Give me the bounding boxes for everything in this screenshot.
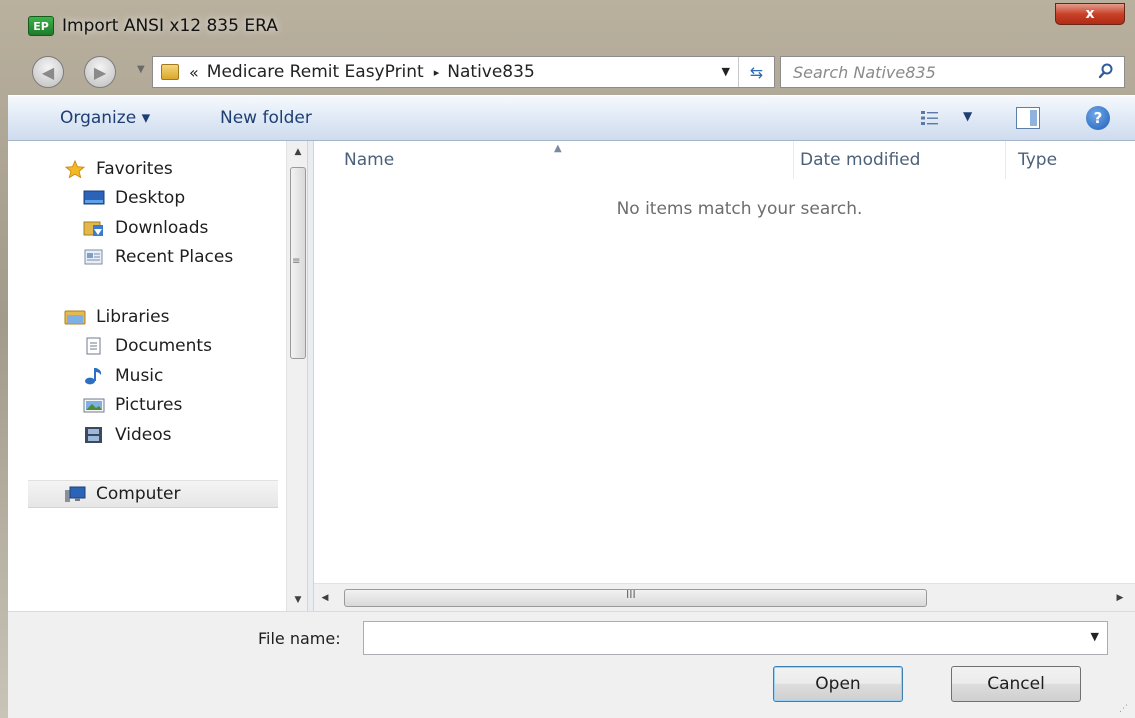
computer-icon xyxy=(65,486,86,502)
desktop-icon xyxy=(83,190,105,205)
nav-favorites[interactable]: Favorites xyxy=(8,155,278,183)
nav-item-label: Videos xyxy=(115,425,172,445)
scroll-down-arrow-icon[interactable]: ▼ xyxy=(287,589,309,611)
address-dropdown-icon[interactable]: ▼ xyxy=(722,65,730,78)
nav-computer-label: Computer xyxy=(96,484,181,504)
nav-recent-places[interactable]: Recent Places xyxy=(8,243,278,271)
breadcrumb-medicare-remit-easyprint[interactable]: Medicare Remit EasyPrint xyxy=(207,62,424,82)
search-input[interactable] xyxy=(793,62,1093,82)
libraries-icon xyxy=(64,310,86,325)
change-view-icon[interactable] xyxy=(920,109,940,127)
file-name-label: File name: xyxy=(258,629,341,648)
scroll-right-arrow-icon[interactable]: ▶ xyxy=(1109,584,1131,612)
open-button[interactable]: Open xyxy=(773,666,903,702)
column-header-date-modified[interactable]: Date modified xyxy=(794,141,1006,179)
downloads-icon xyxy=(83,221,103,236)
scroll-left-arrow-icon[interactable]: ◀ xyxy=(314,584,336,612)
breadcrumb-native835[interactable]: Native835 xyxy=(447,62,535,82)
nav-desktop[interactable]: Desktop xyxy=(8,184,278,212)
scrollbar-grip-icon: III xyxy=(626,588,636,601)
refresh-button[interactable]: ⇆ xyxy=(738,57,774,87)
folder-icon xyxy=(161,64,179,80)
forward-button[interactable]: ▶ xyxy=(84,56,116,88)
nav-libraries[interactable]: Libraries xyxy=(8,303,278,331)
nav-computer[interactable]: Computer xyxy=(28,480,278,508)
dialog-window: EP Import ANSI x12 835 ERA x ◀ ▶ ▼ « Med… xyxy=(0,0,1135,718)
close-button[interactable]: x xyxy=(1055,3,1125,25)
videos-icon xyxy=(85,427,102,443)
empty-list-message: No items match your search. xyxy=(616,199,863,219)
navigation-pane: Favorites Desktop Downloads Recent Place… xyxy=(8,141,286,611)
recent-places-icon xyxy=(84,249,103,265)
nav-item-label: Pictures xyxy=(115,395,183,415)
title-bar: EP Import ANSI x12 835 ERA x xyxy=(8,0,1135,52)
back-button[interactable]: ◀ xyxy=(32,56,64,88)
search-icon[interactable] xyxy=(1098,63,1114,79)
file-name-combobox[interactable]: ▼ xyxy=(363,621,1108,655)
view-options-dropdown-icon[interactable]: ▼ xyxy=(963,109,972,123)
search-box[interactable] xyxy=(780,56,1125,88)
file-name-dropdown-icon[interactable]: ▼ xyxy=(1091,630,1099,643)
nav-libraries-label: Libraries xyxy=(96,307,170,327)
nav-item-label: Music xyxy=(115,366,164,386)
nav-item-label: Downloads xyxy=(115,218,209,238)
app-icon: EP xyxy=(28,16,54,36)
column-header-name[interactable]: Name xyxy=(314,141,794,179)
resize-grip-icon[interactable]: ⋰ xyxy=(1119,704,1129,714)
nav-item-label: Documents xyxy=(115,336,212,356)
scroll-up-arrow-icon[interactable]: ▲ xyxy=(287,141,309,163)
content-area: Favorites Desktop Downloads Recent Place… xyxy=(8,141,1135,611)
file-name-input[interactable] xyxy=(370,622,1070,652)
file-list[interactable]: ▲ Name Date modified Type No items match… xyxy=(314,141,1135,583)
nav-item-label: Desktop xyxy=(115,188,186,208)
nav-item-label: Recent Places xyxy=(115,247,234,267)
nav-documents[interactable]: Documents xyxy=(8,332,278,360)
help-icon[interactable]: ? xyxy=(1086,106,1110,130)
refresh-icon: ⇆ xyxy=(749,62,764,82)
nav-videos[interactable]: Videos xyxy=(8,421,278,449)
new-folder-button[interactable]: New folder xyxy=(220,108,312,128)
documents-icon xyxy=(86,337,101,355)
scrollbar-grip-icon: ≡ xyxy=(292,256,301,267)
command-bar: Organize ▾ New folder ▼ ? xyxy=(8,95,1135,141)
organize-button[interactable]: Organize ▾ xyxy=(60,108,150,128)
file-list-horizontal-scrollbar[interactable]: ◀ III ▶ xyxy=(314,583,1135,611)
back-arrow-icon: ◀ xyxy=(41,62,55,82)
nav-favorites-label: Favorites xyxy=(96,159,173,179)
favorites-star-icon xyxy=(64,160,86,178)
pictures-icon xyxy=(83,398,105,413)
nav-pictures[interactable]: Pictures xyxy=(8,391,278,419)
address-row: ◀ ▶ ▼ « Medicare Remit EasyPrint ▸ Nativ… xyxy=(8,52,1135,92)
address-bar[interactable]: « Medicare Remit EasyPrint ▸ Native835 ▼… xyxy=(152,56,775,88)
navigation-scrollbar[interactable]: ▲ ≡ ▼ xyxy=(286,141,308,611)
nav-downloads[interactable]: Downloads xyxy=(8,214,278,242)
preview-pane-icon[interactable] xyxy=(1016,107,1040,129)
cancel-button[interactable]: Cancel xyxy=(951,666,1081,702)
recent-locations-dropdown-icon[interactable]: ▼ xyxy=(137,64,145,75)
forward-arrow-icon: ▶ xyxy=(93,62,107,82)
window-title: Import ANSI x12 835 ERA xyxy=(62,16,278,36)
breadcrumb-separator-icon[interactable]: ▸ xyxy=(434,66,440,79)
music-icon xyxy=(85,368,102,385)
nav-music[interactable]: Music xyxy=(8,362,278,390)
overflow-chevron-icon[interactable]: « xyxy=(189,63,199,82)
file-name-panel: File name: ▼ Open Cancel ⋰ xyxy=(8,611,1135,718)
column-header-type[interactable]: Type xyxy=(1006,141,1135,179)
